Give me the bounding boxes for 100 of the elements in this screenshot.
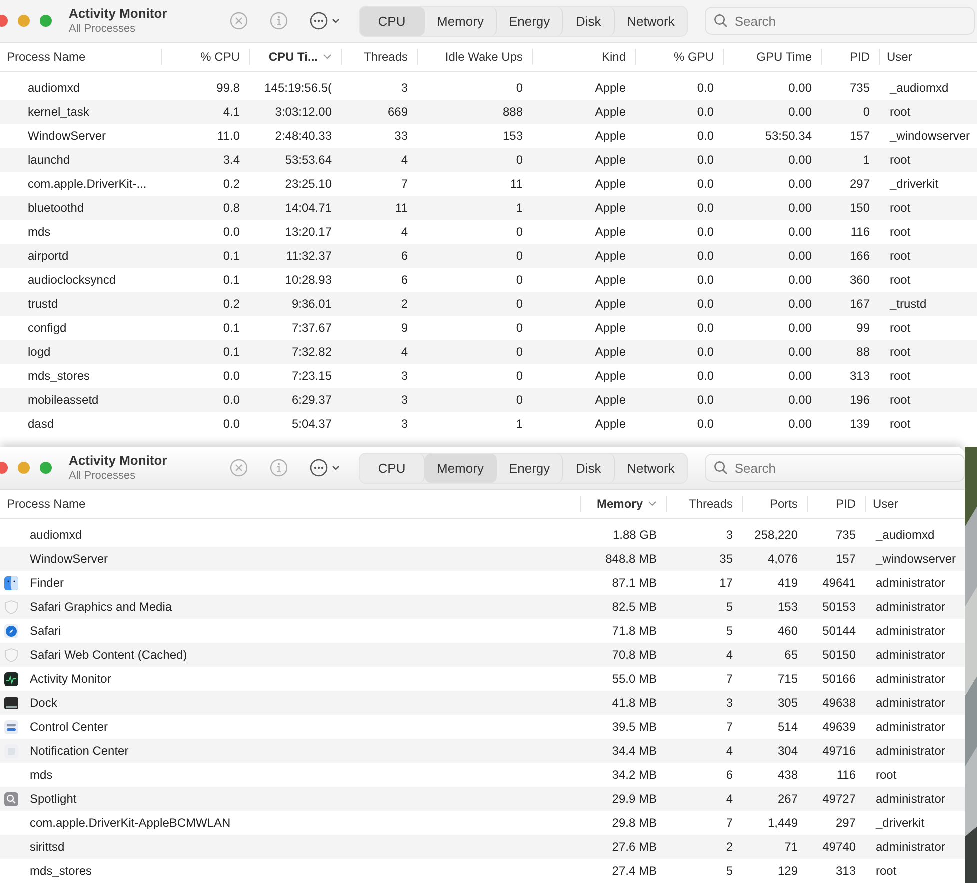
process-name: dasd — [28, 417, 54, 431]
tab[interactable]: CPU — [360, 6, 425, 36]
column-header[interactable]: Idle Wake Ups — [418, 43, 533, 71]
table-cell: 71.8 MB — [612, 624, 657, 638]
search-field[interactable]: Search — [704, 7, 975, 35]
table-cell: 1 — [863, 153, 870, 167]
table-cell: 41.8 MB — [612, 696, 657, 710]
column-header[interactable]: Threads — [342, 43, 418, 71]
process-row[interactable]: Safari Graphics and Media 82.5 MB 5 153 50153 administrator — [0, 595, 965, 619]
search-field[interactable]: Search — [704, 454, 965, 482]
process-row[interactable]: Finder 87.1 MB 17 419 49641 administrator — [0, 571, 965, 595]
table-cell: 419 — [778, 576, 798, 590]
column-header[interactable]: PID — [808, 490, 866, 518]
table-cell: 11:32.37 — [286, 249, 332, 263]
process-row[interactable]: Safari Web Content (Cached) 70.8 MB 4 65 50150 administrator — [0, 643, 965, 667]
table-cell: 3 — [401, 393, 408, 407]
table-cell: 438 — [778, 768, 798, 782]
column-header[interactable]: User — [866, 490, 965, 518]
table-cell: 9 — [401, 321, 408, 335]
table-cell: 1,449 — [768, 816, 798, 830]
table-cell: 139 — [850, 417, 870, 431]
process-row[interactable]: mds 34.2 MB 6 438 116 root — [0, 763, 965, 787]
minimize-window-button[interactable] — [18, 462, 30, 474]
process-row[interactable]: audiomxd 1.88 GB 3 258,220 735 _audiomxd — [0, 523, 965, 547]
zoom-window-button[interactable] — [40, 15, 52, 27]
chart-screen-icon — [4, 672, 19, 686]
process-row[interactable]: Spotlight 29.9 MB 4 267 49727 administrator — [0, 787, 965, 811]
table-cell: root — [890, 393, 911, 407]
process-name: Control Center — [30, 720, 108, 734]
process-row[interactable]: bluetoothd 0.8 14:04.71 11 1 Apple 0.0 0.00 150 root — [0, 196, 977, 220]
column-header[interactable]: CPU Ti... — [250, 43, 342, 71]
table-cell: _driverkit — [876, 816, 925, 830]
column-header[interactable]: Process Name — [0, 490, 581, 518]
process-row[interactable]: Notification Center 34.4 MB 4 304 49716 administrator — [0, 739, 965, 763]
tab[interactable]: Network — [615, 454, 687, 482]
process-row[interactable]: mobileassetd 0.0 6:29.37 3 0 Apple 0.0 0.00 196 root — [0, 388, 977, 412]
column-header[interactable]: Memory — [581, 490, 667, 518]
column-header[interactable]: Ports — [743, 490, 808, 518]
process-row[interactable]: Activity Monitor 55.0 MB 7 715 50166 administrator — [0, 667, 965, 691]
table-cell: Apple — [595, 369, 626, 383]
tab[interactable]: Memory — [425, 6, 497, 36]
table-cell: 0.00 — [788, 321, 812, 335]
tab[interactable]: Disk — [563, 6, 616, 36]
tab[interactable]: Network — [615, 6, 687, 36]
table-cell: Apple — [595, 417, 626, 431]
table-cell: 0.00 — [788, 225, 812, 239]
compass-icon — [4, 624, 19, 638]
stop-process-icon[interactable] — [229, 458, 249, 478]
zoom-window-button[interactable] — [40, 462, 52, 474]
table-cell: 27.4 MB — [612, 864, 657, 878]
table-cell: 0.0 — [697, 297, 714, 311]
process-row[interactable]: sirittsd 27.6 MB 2 71 49740 administrator — [0, 835, 965, 859]
column-header[interactable]: % GPU — [636, 43, 724, 71]
column-header[interactable]: Kind — [533, 43, 636, 71]
process-row[interactable]: launchd 3.4 53:53.64 4 0 Apple 0.0 0.00 1 root — [0, 148, 977, 172]
table-cell: root — [876, 768, 897, 782]
table-cell: 0 — [516, 297, 523, 311]
table-cell: 258,220 — [754, 528, 798, 542]
process-row[interactable]: mds_stores 27.4 MB 5 129 313 root — [0, 859, 965, 883]
tab[interactable]: Energy — [496, 6, 564, 36]
column-header[interactable]: % CPU — [162, 43, 250, 71]
table-cell: 153 — [502, 129, 523, 143]
process-row[interactable]: Control Center 39.5 MB 7 514 49639 administrator — [0, 715, 965, 739]
info-icon[interactable] — [269, 11, 289, 31]
table-cell: Apple — [595, 273, 626, 287]
table-cell: 167 — [850, 297, 870, 311]
column-header[interactable]: Threads — [667, 490, 743, 518]
table-cell: 7:37.67 — [292, 321, 332, 335]
process-row[interactable]: airportd 0.1 11:32.37 6 0 Apple 0.0 0.00 166 root — [0, 244, 977, 268]
process-name: WindowServer — [28, 129, 106, 143]
process-row[interactable]: Safari 71.8 MB 5 460 50144 administrator — [0, 619, 965, 643]
table-cell: 49639 — [822, 720, 856, 734]
process-name: Safari — [30, 624, 62, 638]
process-row[interactable]: Dock 41.8 MB 3 305 49638 administrator — [0, 691, 965, 715]
column-header[interactable]: GPU Time — [724, 43, 822, 71]
table-cell: 360 — [850, 273, 870, 287]
stop-process-icon[interactable] — [229, 11, 249, 31]
process-name: Safari Web Content (Cached) — [30, 648, 188, 662]
tab[interactable]: Memory — [425, 454, 497, 482]
minimize-window-button[interactable] — [18, 15, 30, 27]
column-header[interactable]: Process Name — [0, 43, 162, 71]
process-row[interactable]: logd 0.1 7:32.82 4 0 Apple 0.0 0.00 88 root — [0, 340, 977, 364]
process-row[interactable]: kernel_task 4.1 3:03:12.00 669 888 Apple 0.0 0.00 0 root — [0, 100, 977, 124]
table-cell: 0 — [863, 105, 870, 119]
table-cell: 4 — [401, 345, 408, 359]
tab[interactable]: Disk — [563, 454, 616, 482]
table-cell: 3 — [401, 81, 408, 95]
column-header[interactable]: User — [880, 43, 977, 71]
process-name: Activity Monitor — [30, 672, 112, 686]
info-icon[interactable] — [269, 458, 289, 478]
table-cell: 0 — [516, 345, 523, 359]
table-cell: 735 — [836, 528, 856, 542]
table-cell: 7 — [726, 672, 733, 686]
process-name: airportd — [28, 249, 69, 263]
tab[interactable]: Energy — [496, 454, 564, 482]
process-row[interactable]: com.apple.DriverKit-AppleBCMWLAN 29.8 MB 7 1,449 297 _driverkit — [0, 811, 965, 835]
window-title: Activity Monitor — [69, 6, 168, 22]
process-row[interactable]: WindowServer 848.8 MB 35 4,076 157 _windowserver — [0, 547, 965, 571]
column-header[interactable]: PID — [822, 43, 880, 71]
process-row[interactable]: trustd 0.2 9:36.01 2 0 Apple 0.0 0.00 167 _trustd — [0, 292, 977, 316]
